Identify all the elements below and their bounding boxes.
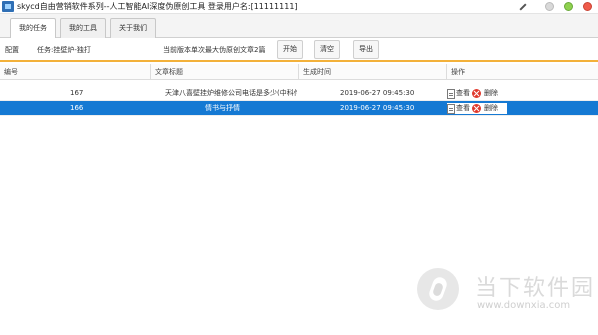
delete-link[interactable]: 删除 xyxy=(484,103,498,114)
window-controls xyxy=(518,2,592,11)
view-link[interactable]: 查看 xyxy=(456,103,470,114)
title-bar: skycd自由营销软件系列--人工智能AI深度伪原创工具 登录用户名:[1111… xyxy=(0,0,598,14)
column-header-id[interactable]: 编号 xyxy=(0,64,150,80)
tab-about-us[interactable]: 关于我们 xyxy=(110,18,156,38)
row-actions: 查看 删除 xyxy=(447,88,507,99)
column-header-title[interactable]: 文章标题 xyxy=(150,64,298,80)
watermark-title: 当下软件园 xyxy=(475,276,596,301)
config-link[interactable]: 配置 xyxy=(5,45,19,55)
minimize-button[interactable] xyxy=(545,2,554,11)
tab-my-tasks[interactable]: 我的任务 xyxy=(10,18,56,39)
delete-link[interactable]: 删除 xyxy=(484,88,498,99)
row-actions: 查看 删除 xyxy=(447,103,507,114)
watermark: 当下软件园 www.downxia.com xyxy=(415,264,595,324)
watermark-url: www.downxia.com xyxy=(477,300,571,311)
table-header: 编号 文章标题 生成时间 操作 xyxy=(0,64,598,80)
watermark-logo-icon xyxy=(417,268,459,310)
start-button[interactable]: 开始 xyxy=(277,40,303,59)
delete-icon[interactable] xyxy=(472,104,481,113)
row-time: 2019-06-27 09:45:30 xyxy=(340,104,415,112)
task-label: 任务:挂壁炉-独打 xyxy=(37,46,91,54)
close-button[interactable] xyxy=(583,2,592,11)
document-icon xyxy=(447,103,455,114)
wrench-icon[interactable] xyxy=(518,2,527,11)
column-header-actions[interactable]: 操作 xyxy=(446,64,598,80)
tab-my-tools[interactable]: 我的工具 xyxy=(60,18,106,38)
table-row-selected[interactable]: 166 情书与抒情 2019-06-27 09:45:30 查看 删除 xyxy=(0,101,598,116)
table-row[interactable]: 167 天津八喜壁挂炉维修公司电话是多少(中科传... 2019-06-27 0… xyxy=(0,86,598,101)
row-id: 167 xyxy=(70,89,84,97)
tab-bar: 我的任务 我的工具 关于我们 xyxy=(0,14,598,39)
app-logo-icon xyxy=(2,1,14,12)
row-time: 2019-06-27 09:45:30 xyxy=(340,89,415,97)
view-link[interactable]: 查看 xyxy=(456,88,470,99)
window-title: skycd自由营销软件系列--人工智能AI深度伪原创工具 登录用户名:[1111… xyxy=(17,2,298,11)
export-button[interactable]: 导出 xyxy=(353,40,379,59)
delete-icon[interactable] xyxy=(472,89,481,98)
toolbar: 配置 任务:挂壁炉-独打 当前版本单次最大伪原创文章2篇 开始 清空 导出 xyxy=(0,38,598,62)
clear-button[interactable]: 清空 xyxy=(314,40,340,59)
column-header-time[interactable]: 生成时间 xyxy=(298,64,446,80)
row-title: 情书与抒情 xyxy=(205,104,240,112)
row-id: 166 xyxy=(70,104,84,112)
row-title: 天津八喜壁挂炉维修公司电话是多少(中科传... xyxy=(165,89,297,97)
maximize-button[interactable] xyxy=(564,2,573,11)
version-info-text: 当前版本单次最大伪原创文章2篇 xyxy=(163,46,266,54)
document-icon xyxy=(447,88,455,99)
